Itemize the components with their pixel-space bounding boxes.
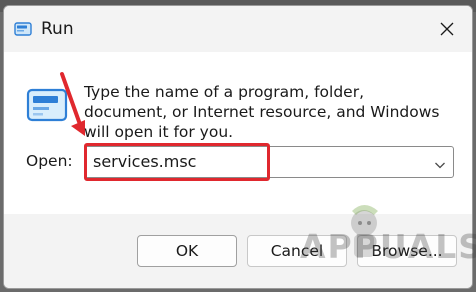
run-dialog: Run Type the name of a program, folder, … bbox=[3, 5, 473, 289]
button-bar: OK Cancel Browse... bbox=[4, 214, 472, 288]
dialog-body: Type the name of a program, folder, docu… bbox=[4, 52, 472, 214]
run-icon bbox=[14, 21, 32, 37]
open-combobox[interactable]: services.msc bbox=[84, 146, 454, 178]
dialog-description: Type the name of a program, folder, docu… bbox=[84, 83, 440, 141]
ok-button[interactable]: OK bbox=[137, 235, 237, 267]
open-label: Open: bbox=[26, 152, 73, 170]
cancel-button[interactable]: Cancel bbox=[247, 235, 347, 267]
window-title: Run bbox=[41, 19, 74, 39]
open-input[interactable]: services.msc bbox=[93, 152, 196, 171]
chevron-down-icon[interactable] bbox=[434, 156, 446, 169]
browse-button[interactable]: Browse... bbox=[357, 235, 457, 267]
close-icon bbox=[440, 22, 454, 36]
title-bar[interactable]: Run bbox=[4, 6, 472, 52]
close-button[interactable] bbox=[432, 14, 462, 44]
